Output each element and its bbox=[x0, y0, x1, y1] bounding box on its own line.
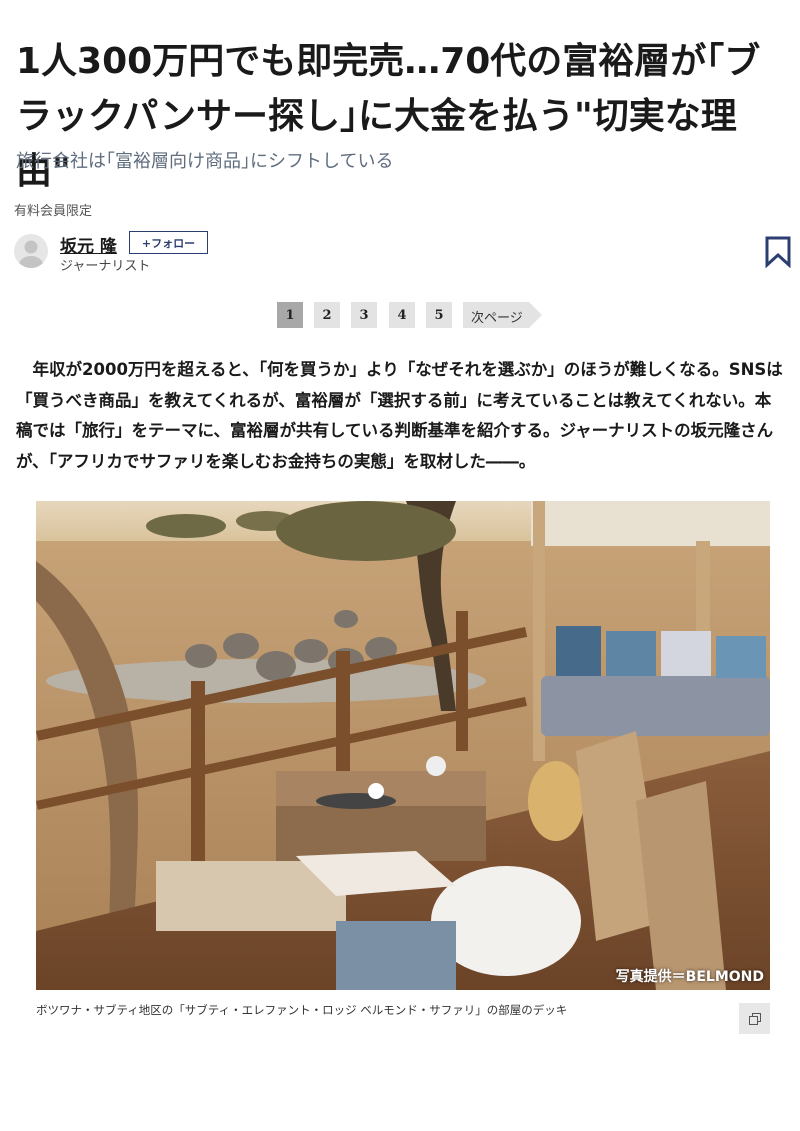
photo-caption: ボツワナ・サブティ地区の「サブティ・エレファント・ロッジ ベルモンド・サファリ」… bbox=[36, 1003, 568, 1017]
page-2-link[interactable]: 2 bbox=[314, 302, 340, 328]
photo-credit: 写真提供＝BELMOND bbox=[615, 969, 764, 985]
next-page-button[interactable]: 次ページ bbox=[463, 302, 543, 328]
page-4-link[interactable]: 4 bbox=[389, 302, 415, 328]
user-avatar-icon[interactable] bbox=[14, 234, 48, 268]
author-name-link[interactable]: 坂元 隆 bbox=[60, 232, 117, 257]
safari-deck-image bbox=[36, 501, 770, 990]
page-1-link[interactable]: 1 bbox=[277, 302, 303, 328]
follow-button[interactable]: +フォロー bbox=[129, 231, 208, 254]
author-role: ジャーナリスト bbox=[60, 259, 151, 274]
next-page-label: 次ページ bbox=[471, 311, 523, 326]
article-title: 1人300万円でも即完売…70代の富裕層が｢ブラックパンサー探し｣に大金を払う"… bbox=[16, 41, 761, 192]
bookmark-icon[interactable] bbox=[763, 236, 793, 269]
member-only-label: 有料会員限定 bbox=[14, 204, 93, 219]
article-subtitle: 旅行会社は｢富裕層向け商品｣にシフトしている bbox=[16, 151, 394, 172]
article-lead: 年収が2000万円を超えると、「何を買うか」より「なぜそれを選ぶか」のほうが難し… bbox=[16, 360, 783, 471]
copy-icon[interactable] bbox=[739, 1003, 770, 1034]
article-photo: 写真提供＝BELMOND bbox=[36, 501, 770, 990]
page-5-link[interactable]: 5 bbox=[426, 302, 452, 328]
page-3-link[interactable]: 3 bbox=[351, 302, 377, 328]
